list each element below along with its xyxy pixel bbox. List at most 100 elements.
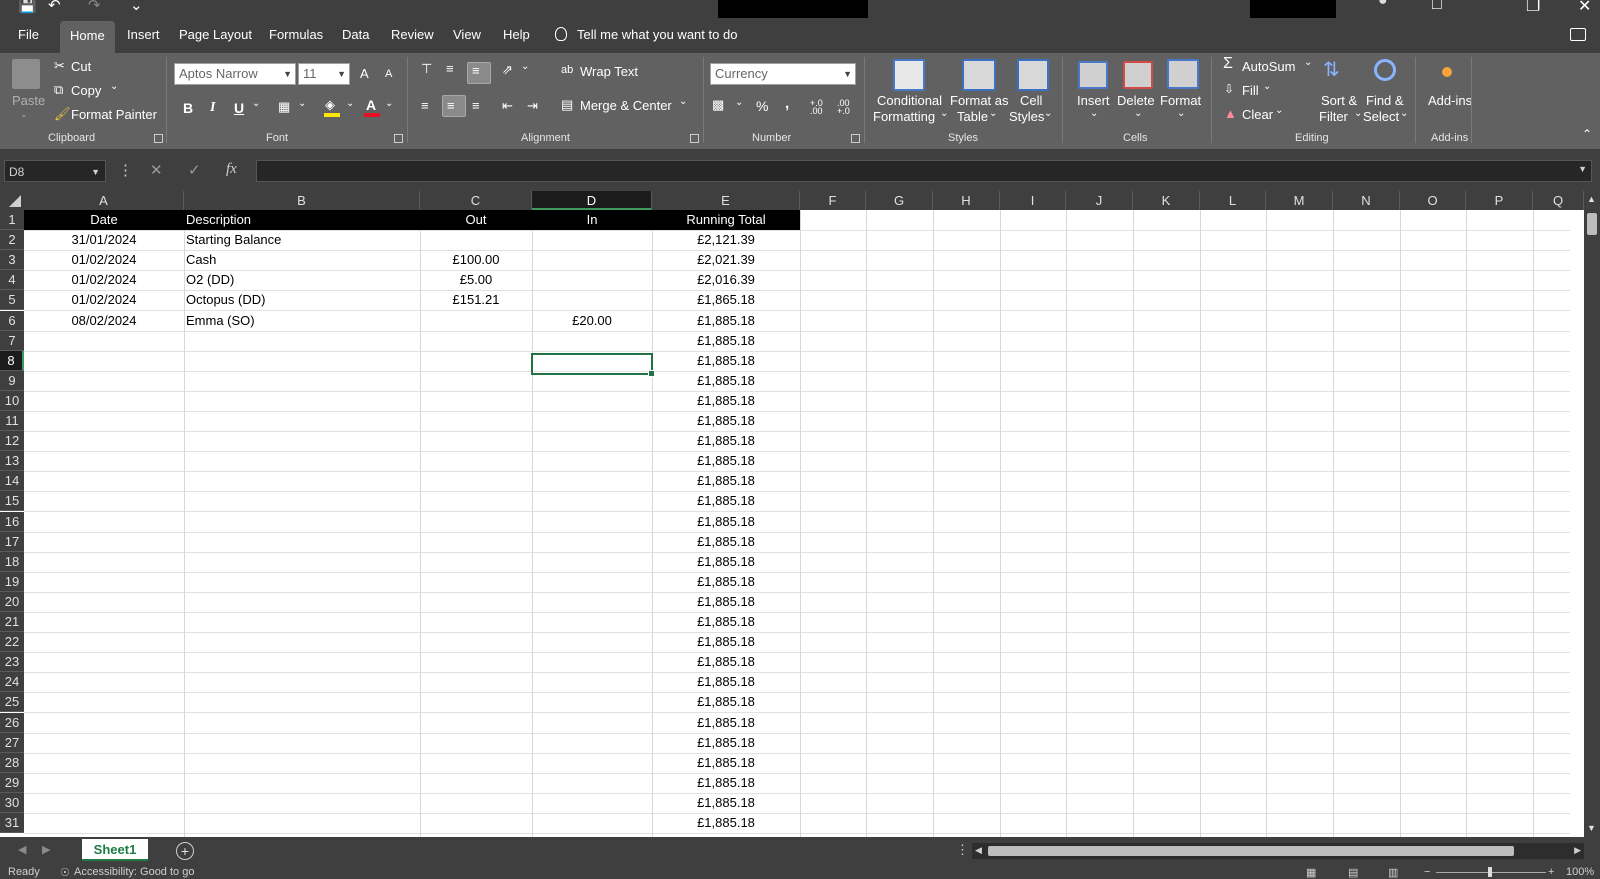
grow-font-button[interactable]: A [360, 66, 369, 81]
find-select-line1[interactable]: Find & [1366, 93, 1404, 108]
cell-description[interactable] [186, 793, 418, 813]
cell-in[interactable] [532, 230, 652, 250]
cell-total[interactable]: £1,885.18 [652, 773, 800, 793]
cell-out[interactable] [420, 793, 532, 813]
column-header-m[interactable]: M [1266, 191, 1333, 210]
format-as-table-line1[interactable]: Format as [950, 93, 1009, 108]
accessibility-status[interactable]: Accessibility: Good to go [74, 866, 194, 878]
borders-icon[interactable]: ▦ [278, 99, 290, 115]
conditional-chevron-icon[interactable]: ⌄ [940, 108, 948, 119]
format-cells-icon[interactable] [1167, 59, 1199, 89]
cell-total[interactable]: £1,885.18 [652, 552, 800, 572]
paste-chevron-icon[interactable]: ⌄ [20, 109, 28, 120]
row-header-17[interactable]: 17 [0, 532, 24, 552]
cell-date[interactable] [24, 532, 184, 552]
cell-total[interactable]: £1,865.18 [652, 290, 800, 310]
cell-total[interactable]: £1,885.18 [652, 813, 800, 833]
zoom-level[interactable]: 100% [1566, 866, 1594, 878]
align-top-icon[interactable]: ⊤ [421, 61, 432, 77]
cell-out[interactable] [420, 391, 532, 411]
cell-out[interactable] [420, 451, 532, 471]
cell-in[interactable] [532, 552, 652, 572]
cell-description[interactable] [186, 512, 418, 532]
row-header-7[interactable]: 7 [0, 331, 24, 351]
row-header-13[interactable]: 13 [0, 451, 24, 471]
row-header-26[interactable]: 26 [0, 713, 24, 733]
cell-total[interactable]: £1,885.18 [652, 692, 800, 712]
cell-description[interactable]: Cash [186, 250, 418, 270]
cell-total[interactable]: £2,016.39 [652, 270, 800, 290]
cell-in[interactable] [532, 451, 652, 471]
vertical-scrollbar[interactable]: ▲ ▼ [1584, 191, 1600, 837]
cell-date[interactable] [24, 431, 184, 451]
row-header-19[interactable]: 19 [0, 572, 24, 592]
paste-icon[interactable] [12, 59, 40, 89]
cell-in[interactable] [532, 793, 652, 813]
borders-chevron-icon[interactable]: ⌄ [298, 98, 306, 109]
cell-date[interactable] [24, 793, 184, 813]
cell-description[interactable]: Starting Balance [186, 230, 418, 250]
cell-total[interactable]: £1,885.18 [652, 793, 800, 813]
save-icon[interactable]: 💾 [18, 0, 37, 14]
cell-total[interactable]: £1,885.18 [652, 733, 800, 753]
cell-in[interactable] [532, 572, 652, 592]
header-date[interactable]: Date [24, 210, 184, 230]
number-launcher-icon[interactable] [851, 134, 860, 143]
row-header-16[interactable]: 16 [0, 512, 24, 532]
column-header-j[interactable]: J [1066, 191, 1133, 210]
cancel-icon[interactable]: ✕ [150, 161, 163, 179]
cell-date[interactable] [24, 351, 184, 371]
row-header-15[interactable]: 15 [0, 491, 24, 511]
cell-total[interactable]: £1,885.18 [652, 371, 800, 391]
row-header-1[interactable]: 1 [0, 210, 24, 230]
cell-date[interactable] [24, 371, 184, 391]
customize-toolbar-icon[interactable]: ⌄ [130, 0, 143, 14]
cell-total[interactable]: £1,885.18 [652, 532, 800, 552]
row-header-27[interactable]: 27 [0, 733, 24, 753]
cell-description[interactable] [186, 371, 418, 391]
cell-in[interactable] [532, 411, 652, 431]
sort-chevron-icon[interactable]: ⌄ [1354, 108, 1362, 119]
cell-date[interactable] [24, 331, 184, 351]
orientation-chevron-icon[interactable]: ⌄ [521, 61, 529, 72]
horizontal-scrollbar[interactable]: ◀ ▶ [972, 843, 1584, 859]
decrease-decimal-button[interactable]: .00 +.0 [837, 99, 853, 116]
cell-in[interactable] [532, 331, 652, 351]
zoom-out-icon[interactable]: − [1424, 866, 1430, 878]
cell-total[interactable]: £1,885.18 [652, 391, 800, 411]
cell-total[interactable]: £1,885.18 [652, 512, 800, 532]
cell-out[interactable] [420, 813, 532, 833]
cell-out[interactable] [420, 411, 532, 431]
scroll-down-icon[interactable]: ▼ [1587, 823, 1596, 833]
tab-page-layout[interactable]: Page Layout [179, 25, 252, 49]
fill-button[interactable]: Fill [1242, 83, 1259, 98]
delete-chevron-icon[interactable]: ⌄ [1134, 108, 1142, 119]
align-left-icon[interactable]: ≡ [421, 98, 429, 113]
cell-out[interactable] [420, 532, 532, 552]
row-header-14[interactable]: 14 [0, 471, 24, 491]
spreadsheet-grid[interactable]: ABCDEFGHIJKLMNOPQ 1 2 3 4 5 6 7 8 9 10 11 12 13 14 15 1… [0, 191, 1600, 837]
normal-view-icon[interactable]: ▦ [1306, 866, 1316, 879]
align-right-icon[interactable]: ≡ [472, 98, 480, 113]
cell-out[interactable]: £100.00 [420, 250, 532, 270]
tab-data[interactable]: Data [342, 25, 369, 49]
row-header-9[interactable]: 9 [0, 371, 24, 391]
cell-date[interactable] [24, 632, 184, 652]
row-header-23[interactable]: 23 [0, 652, 24, 672]
underline-button[interactable]: U [234, 100, 244, 116]
cell-in[interactable] [532, 713, 652, 733]
cell-in[interactable] [532, 290, 652, 310]
merge-center-button[interactable]: Merge & Center [580, 98, 672, 113]
bold-button[interactable]: B [183, 100, 193, 116]
accounting-format-icon[interactable]: ▩ [712, 97, 724, 113]
sheet-tab-sheet1[interactable]: Sheet1 [82, 839, 148, 861]
cell-in[interactable] [532, 532, 652, 552]
column-header-h[interactable]: H [933, 191, 1000, 210]
avatar[interactable]: ● [1378, 0, 1388, 10]
copy-chevron-icon[interactable]: ⌄ [110, 81, 118, 92]
cell-description[interactable]: Octopus (DD) [186, 290, 418, 310]
cell-out[interactable]: £5.00 [420, 270, 532, 290]
scroll-left-icon[interactable]: ◀ [975, 845, 982, 856]
cell-date[interactable] [24, 552, 184, 572]
expand-formula-icon[interactable]: ▼ [1578, 164, 1587, 174]
